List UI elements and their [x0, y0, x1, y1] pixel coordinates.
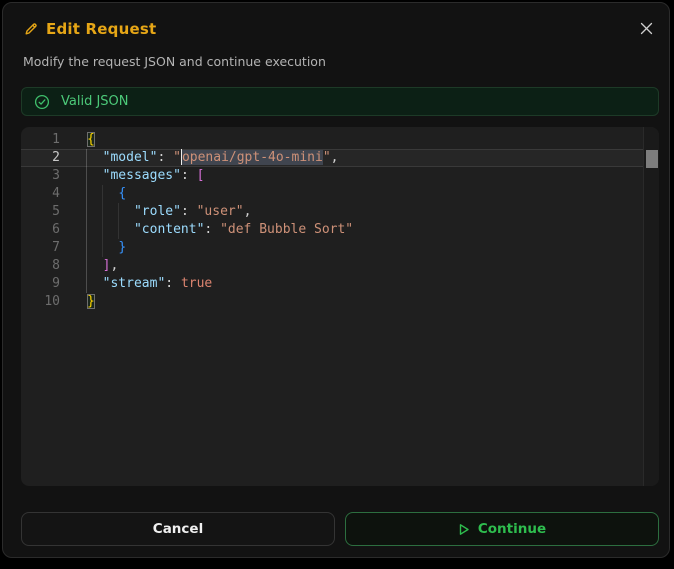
screen: Edit Request Modify the request JSON and… — [0, 0, 674, 569]
valid-json-label: Valid JSON — [61, 94, 129, 109]
code-token: : — [180, 168, 197, 183]
close-icon — [640, 22, 653, 35]
code-token: true — [180, 276, 213, 291]
code-line: "role": "user", — [21, 203, 643, 221]
editor-scrollbar[interactable] — [643, 127, 659, 486]
edit-request-dialog: Edit Request Modify the request JSON and… — [2, 2, 670, 558]
dialog-subtitle: Modify the request JSON and continue exe… — [23, 54, 326, 69]
code-token: : — [157, 150, 174, 165]
code-token: , — [243, 204, 252, 219]
check-circle-icon — [34, 94, 50, 110]
code-token: "role" — [133, 204, 181, 219]
code-token: "model" — [102, 150, 158, 165]
overview-ruler-marker — [646, 150, 658, 168]
close-button[interactable] — [633, 15, 659, 41]
cancel-label: Cancel — [152, 521, 204, 537]
code-token: "stream" — [102, 276, 166, 291]
code-token: "content" — [133, 222, 205, 237]
continue-button[interactable]: Continue — [345, 512, 659, 546]
code-token: "user" — [196, 204, 244, 219]
code-line: "stream": true — [21, 275, 643, 293]
code-token: , — [330, 150, 339, 165]
code-line: "content": "def Bubble Sort" — [21, 221, 643, 239]
code-line: } — [21, 239, 643, 257]
json-editor[interactable]: 1 2 3 4 5 6 7 8 9 10 { "model": "openai/gpt-4o-mi… — [21, 127, 659, 486]
code-token: , — [110, 258, 119, 273]
play-icon — [458, 523, 470, 536]
code-line: ], — [21, 257, 643, 275]
code-lines[interactable]: { "model": "openai/gpt-4o-mini", "messag… — [21, 131, 643, 311]
code-token: { — [87, 132, 95, 147]
continue-label: Continue — [477, 521, 547, 537]
code-line: } — [21, 293, 643, 311]
code-line: "messages": [ — [21, 167, 643, 185]
code-token: : — [165, 276, 181, 291]
code-token: " — [173, 150, 181, 165]
code-line: { — [21, 185, 643, 203]
code-line: "model": "openai/gpt-4o-mini", — [21, 148, 643, 167]
code-token: } — [87, 294, 95, 309]
code-token: [ — [196, 168, 205, 183]
dialog-title: Edit Request — [46, 20, 157, 38]
code-token: " — [322, 150, 331, 165]
code-token: "def Bubble Sort" — [220, 222, 354, 237]
code-token: : — [204, 222, 221, 237]
selected-text: openai/gpt-4o-mini — [181, 150, 323, 165]
cancel-button[interactable]: Cancel — [21, 512, 335, 546]
code-token: : — [180, 204, 197, 219]
valid-json-badge: Valid JSON — [21, 87, 659, 116]
pencil-icon — [23, 21, 39, 37]
code-token: "messages" — [102, 168, 181, 183]
code-token: { — [118, 186, 127, 201]
code-token: } — [118, 240, 127, 255]
code-line: { — [21, 131, 643, 149]
